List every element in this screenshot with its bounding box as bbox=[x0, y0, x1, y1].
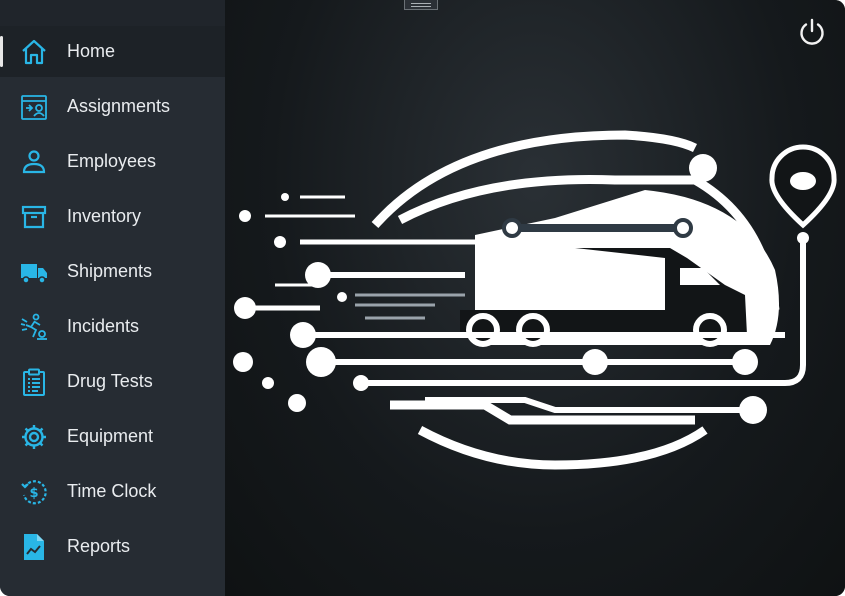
sidebar-item-time-clock[interactable]: $ Time Clock bbox=[0, 466, 225, 517]
archive-box-icon bbox=[20, 203, 48, 231]
sidebar: Home Assignments Employees Inventory Shi bbox=[0, 0, 225, 596]
sidebar-item-shipments[interactable]: Shipments bbox=[0, 246, 225, 297]
truck-icon bbox=[20, 258, 48, 286]
sidebar-item-reports[interactable]: Reports bbox=[0, 521, 225, 572]
sidebar-item-incidents[interactable]: Incidents bbox=[0, 301, 225, 352]
sidebar-item-equipment[interactable]: Equipment bbox=[0, 411, 225, 462]
sidebar-item-label: Employees bbox=[67, 151, 157, 171]
sidebar-item-label: Assignments bbox=[67, 96, 171, 116]
sidebar-item-inventory[interactable]: Inventory bbox=[0, 191, 225, 242]
sidebar-item-label: Inventory bbox=[67, 206, 142, 226]
svg-text:$: $ bbox=[29, 486, 38, 501]
clock-dollar-icon: $ bbox=[20, 478, 48, 506]
sidebar-item-employees[interactable]: Employees bbox=[0, 136, 225, 187]
sidebar-item-assignments[interactable]: Assignments bbox=[0, 81, 225, 132]
sidebar-item-label: Drug Tests bbox=[67, 371, 153, 391]
assignments-icon bbox=[20, 93, 48, 121]
sidebar-item-label: Equipment bbox=[67, 426, 154, 446]
sidebar-item-label: Reports bbox=[67, 536, 131, 556]
drag-handle-icon[interactable] bbox=[404, 0, 438, 10]
power-icon[interactable] bbox=[797, 17, 827, 47]
app-window: Home Assignments Employees Inventory Shi bbox=[0, 0, 845, 596]
home-icon bbox=[20, 38, 48, 66]
sidebar-top-bar bbox=[0, 0, 225, 26]
gear-icon bbox=[20, 423, 48, 451]
sidebar-item-label: Shipments bbox=[67, 261, 153, 281]
clipboard-icon bbox=[20, 368, 48, 396]
truck-circuit-logo bbox=[233, 130, 837, 470]
incident-icon bbox=[20, 313, 48, 341]
report-icon bbox=[20, 533, 48, 561]
sidebar-item-label: Time Clock bbox=[67, 481, 157, 501]
sidebar-item-label: Incidents bbox=[67, 316, 140, 336]
sidebar-item-home[interactable]: Home bbox=[0, 26, 225, 77]
employee-icon bbox=[20, 148, 48, 176]
sidebar-item-label: Home bbox=[67, 41, 116, 61]
sidebar-item-drug-tests[interactable]: Drug Tests bbox=[0, 356, 225, 407]
